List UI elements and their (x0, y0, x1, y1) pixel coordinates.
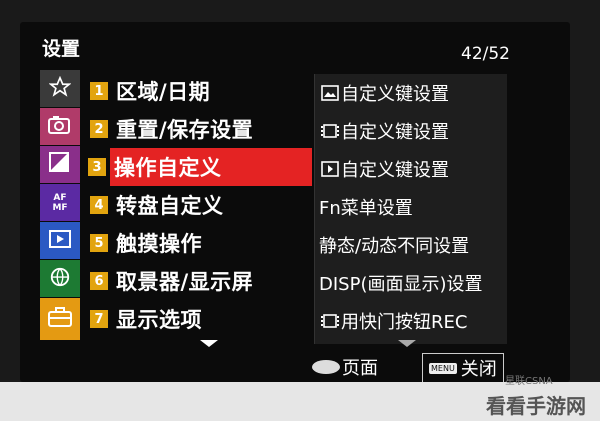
submenu-item-still-movie-separate[interactable]: 静态/动态不同设置 (315, 226, 507, 264)
tab-focus[interactable]: AF MF (40, 184, 80, 221)
af-mf-icon: AF MF (52, 192, 68, 213)
submenu-item-disp-setting[interactable]: DISP(画面显示)设置 (315, 264, 507, 302)
menu-item-label: 显示选项 (116, 308, 202, 332)
menu-item-reset-save[interactable]: 2 重置/保存设置 (82, 110, 312, 148)
movie-icon (319, 313, 341, 329)
submenu-item-label: 静态/动态不同设置 (319, 236, 470, 257)
submenu-item-movie-custom-key[interactable]: 自定义键设置 (315, 112, 507, 150)
submenu-item-label: 自定义键设置 (341, 122, 449, 143)
close-label: 关闭 (460, 359, 497, 380)
control-wheel-icon (312, 360, 340, 374)
tab-my-menu[interactable] (40, 70, 80, 107)
item-number-badge: 3 (88, 158, 106, 176)
submenu-item-photo-custom-key[interactable]: 自定义键设置 (315, 74, 507, 112)
submenu-item-label: Fn菜单设置 (319, 198, 413, 219)
photo-icon (319, 85, 341, 101)
exposure-icon (48, 151, 72, 179)
globe-icon (49, 266, 71, 292)
item-number-badge: 5 (90, 234, 108, 252)
watermark-text: 看看手游网 (486, 394, 586, 418)
camera-screen: 设置 42/52 AF MF 1 区域/日期 2 重置/保存设置 3 操作自定义… (20, 22, 570, 383)
submenu-scroll-down-icon[interactable] (398, 340, 416, 347)
tab-network[interactable] (40, 260, 80, 297)
close-button[interactable]: MENU 关闭 (422, 353, 504, 383)
submenu-item-label: 自定义键设置 (341, 84, 449, 105)
movie-icon (319, 123, 341, 139)
toolbox-icon (47, 306, 73, 332)
submenu-item-fn-menu[interactable]: Fn菜单设置 (315, 188, 507, 226)
camera-icon (47, 114, 73, 140)
menu-item-label: 触摸操作 (116, 232, 202, 256)
menu-item-label: 操作自定义 (114, 156, 222, 180)
settings-menu-list: 1 区域/日期 2 重置/保存设置 3 操作自定义 4 转盘自定义 5 触摸操作… (82, 72, 312, 338)
menu-button-icon: MENU (429, 362, 457, 374)
menu-item-label: 取景器/显示屏 (116, 270, 254, 294)
tab-setup[interactable] (40, 298, 80, 340)
scroll-down-arrow-icon[interactable] (200, 340, 218, 347)
menu-item-touch-operation[interactable]: 5 触摸操作 (82, 224, 312, 262)
watermark-small-text: 星联CSNA (505, 376, 553, 387)
tab-playback[interactable] (40, 222, 80, 259)
submenu-item-rec-shutter[interactable]: 用快门按钮REC (315, 302, 507, 340)
item-number-badge: 6 (90, 272, 108, 290)
submenu-panel: 自定义键设置 自定义键设置 自定义键设置 Fn菜单设置 静态/动态不同设置 DI… (314, 74, 507, 344)
star-icon (48, 75, 72, 102)
submenu-item-label: DISP(画面显示)设置 (319, 274, 483, 295)
menu-item-label: 转盘自定义 (116, 194, 224, 218)
tab-exposure[interactable] (40, 146, 80, 183)
submenu-item-playback-custom-key[interactable]: 自定义键设置 (315, 150, 507, 188)
menu-item-label: 区域/日期 (116, 80, 211, 104)
footer-bar: 页面 MENU 关闭 (40, 353, 560, 383)
playback-icon (319, 161, 341, 177)
menu-item-dial-custom[interactable]: 4 转盘自定义 (82, 186, 312, 224)
page-label: 页面 (342, 358, 378, 379)
item-number-badge: 7 (90, 310, 108, 328)
menu-item-display-options[interactable]: 7 显示选项 (82, 300, 312, 338)
menu-item-finder-monitor[interactable]: 6 取景器/显示屏 (82, 262, 312, 300)
page-title: 设置 (42, 38, 81, 60)
tab-shooting[interactable] (40, 108, 80, 145)
playback-icon (48, 229, 72, 253)
page-indicator: 42/52 (461, 44, 510, 64)
item-number-badge: 1 (90, 82, 108, 100)
page-control[interactable]: 页面 (312, 354, 378, 380)
menu-item-operation-custom[interactable]: 3 操作自定义 (88, 148, 312, 186)
category-tabs: AF MF (40, 70, 80, 350)
menu-item-region-date[interactable]: 1 区域/日期 (82, 72, 312, 110)
submenu-item-label: 用快门按钮REC (341, 312, 468, 333)
submenu-item-label: 自定义键设置 (341, 160, 449, 181)
item-number-badge: 4 (90, 196, 108, 214)
item-number-badge: 2 (90, 120, 108, 138)
menu-item-label: 重置/保存设置 (116, 118, 254, 142)
